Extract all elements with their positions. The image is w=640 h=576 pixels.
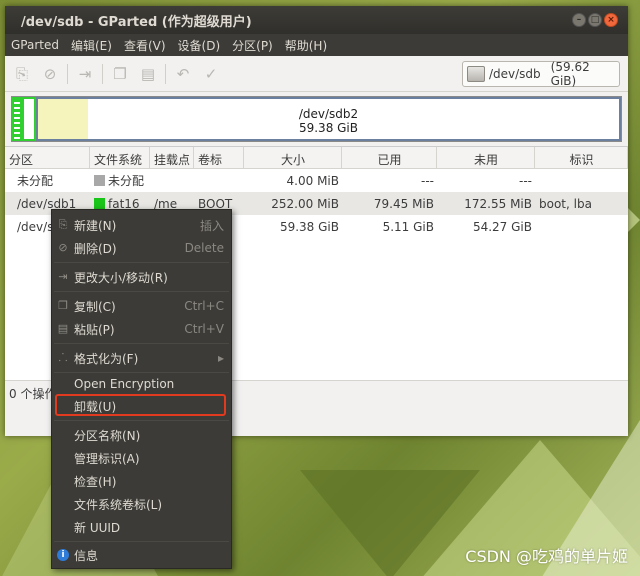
cell-unused: 54.27 GiB	[472, 219, 532, 234]
menu-item-new[interactable]: ⎘ 新建(N) 插入	[52, 215, 231, 235]
close-button[interactable]: ×	[604, 13, 618, 27]
context-menu: ⎘ 新建(N) 插入 ⊘ 删除(D) Delete ⇥ 更改大小/移动(R) ❐…	[51, 209, 232, 569]
window-title: /dev/sdb - GParted (作为超级用户)	[21, 14, 252, 30]
info-icon: i	[57, 549, 69, 561]
maximize-button[interactable]: □	[588, 13, 602, 27]
copy-icon[interactable]: ❐	[109, 63, 131, 85]
fs-color-swatch	[94, 175, 105, 186]
format-icon: ⸫	[58, 351, 68, 364]
cell-size: 59.38 GiB	[279, 219, 339, 234]
menu-item-open-encryption[interactable]: Open Encryption	[52, 374, 231, 394]
paste-icon[interactable]: ▤	[137, 63, 159, 85]
menu-item-manage-flags[interactable]: 管理标识(A)	[52, 448, 231, 468]
delete-icon: ⊘	[58, 241, 68, 254]
cell-used: ---	[421, 173, 434, 188]
cell-size: 252.00 MiB	[271, 196, 339, 211]
menu-separator	[54, 262, 229, 263]
device-size: (59.62 GiB)	[550, 60, 590, 88]
partition-block-sdb2[interactable]: /dev/sdb2 59.38 GiB	[36, 97, 621, 141]
column-header-size[interactable]: 大小	[244, 147, 342, 168]
menu-separator	[54, 343, 229, 344]
cell-used: 79.45 MiB	[373, 196, 434, 211]
delete-partition-icon[interactable]: ⊘	[39, 63, 61, 85]
title-bar[interactable]: /dev/sdb - GParted (作为超级用户) – □ ×	[5, 6, 628, 34]
fs-color-swatch	[94, 197, 105, 209]
menu-separator	[54, 291, 229, 292]
disk-icon	[467, 66, 485, 82]
paste-icon: ▤	[57, 322, 69, 335]
column-header-filesystem[interactable]: 文件系统	[90, 147, 150, 168]
column-header-mountpoint[interactable]: 挂载点	[150, 147, 194, 168]
device-name: /dev/sdb	[488, 67, 541, 81]
menu-help[interactable]: 帮助(H)	[279, 37, 333, 54]
table-header: 分区 文件系统 挂载点 卷标 大小 已用 未用 标识	[5, 147, 628, 169]
watermark: CSDN @吃鸡的单片姬	[465, 547, 628, 566]
menu-item-resize-move[interactable]: ⇥ 更改大小/移动(R)	[52, 267, 231, 287]
shortcut-delete: Delete	[184, 241, 224, 255]
resize-move-icon[interactable]: ⇥	[74, 63, 96, 85]
menu-item-paste[interactable]: ▤ 粘贴(P) Ctrl+V	[52, 319, 231, 339]
menu-bar: GParted 编辑(E) 查看(V) 设备(D) 分区(P) 帮助(H)	[5, 34, 628, 56]
table-row[interactable]: 未分配 未分配 4.00 MiB --- ---	[5, 169, 628, 192]
resize-icon: ⇥	[58, 270, 68, 283]
menu-device[interactable]: 设备(D)	[172, 37, 227, 54]
new-icon: ⎘	[58, 218, 68, 231]
column-header-partition[interactable]: 分区	[5, 147, 90, 168]
menu-separator	[54, 420, 229, 421]
cell-filesystem: 未分配	[90, 172, 150, 189]
shortcut-paste: Ctrl+V	[184, 322, 224, 336]
column-header-unused[interactable]: 未用	[437, 147, 535, 168]
cell-size: 4.00 MiB	[286, 173, 339, 188]
shortcut-new: 插入	[199, 218, 224, 233]
device-selector[interactable]: /dev/sdb (59.62 GiB)	[462, 60, 620, 88]
cell-flags: boot, lba	[539, 196, 592, 211]
column-header-flags[interactable]: 标识	[535, 147, 628, 168]
column-header-used[interactable]: 已用	[342, 147, 437, 168]
highlight-box	[55, 394, 226, 416]
copy-icon: ❐	[58, 299, 68, 312]
pending-operations-text: 0 个操作	[9, 387, 57, 401]
menu-item-filesystem-label[interactable]: 文件系统卷标(L)	[52, 494, 231, 514]
menu-item-copy[interactable]: ❐ 复制(C) Ctrl+C	[52, 296, 231, 316]
new-partition-icon[interactable]: ⎘	[11, 63, 33, 85]
menu-item-info[interactable]: i 信息	[52, 545, 231, 565]
menu-separator	[54, 372, 229, 373]
cell-unused: ---	[519, 173, 532, 188]
shortcut-copy: Ctrl+C	[184, 299, 224, 313]
cell-used: 5.11 GiB	[382, 219, 434, 234]
partition-block-sdb1[interactable]	[22, 97, 36, 141]
menu-edit[interactable]: 编辑(E)	[65, 37, 118, 54]
partition-block-size: 59.38 GiB	[298, 121, 359, 135]
partition-block-unallocated[interactable]	[12, 97, 22, 141]
menu-item-delete[interactable]: ⊘ 删除(D) Delete	[52, 238, 231, 258]
submenu-arrow-icon: ▸	[217, 351, 224, 365]
apply-icon[interactable]: ✓	[200, 63, 222, 85]
menu-item-partition-name[interactable]: 分区名称(N)	[52, 425, 231, 445]
partition-graph: /dev/sdb2 59.38 GiB	[5, 92, 628, 146]
toolbar: ⎘ ⊘ ⇥ ❐ ▤ ↶ ✓ /dev/sdb (59.62 GiB)	[5, 56, 628, 92]
cell-unused: 172.55 MiB	[464, 196, 532, 211]
menu-view[interactable]: 查看(V)	[118, 37, 172, 54]
partition-block-name: /dev/sdb2	[298, 107, 359, 121]
minimize-button[interactable]: –	[572, 13, 586, 27]
menu-separator	[54, 541, 229, 542]
cell-partition: 未分配	[17, 174, 54, 188]
menu-item-format[interactable]: ⸫ 格式化为(F) ▸	[52, 348, 231, 368]
menu-gparted[interactable]: GParted	[5, 38, 65, 52]
column-header-label[interactable]: 卷标	[194, 147, 244, 168]
undo-icon[interactable]: ↶	[172, 63, 194, 85]
menu-item-check[interactable]: 检查(H)	[52, 471, 231, 491]
menu-partition[interactable]: 分区(P)	[226, 37, 279, 54]
menu-item-new-uuid[interactable]: 新 UUID	[52, 517, 231, 537]
